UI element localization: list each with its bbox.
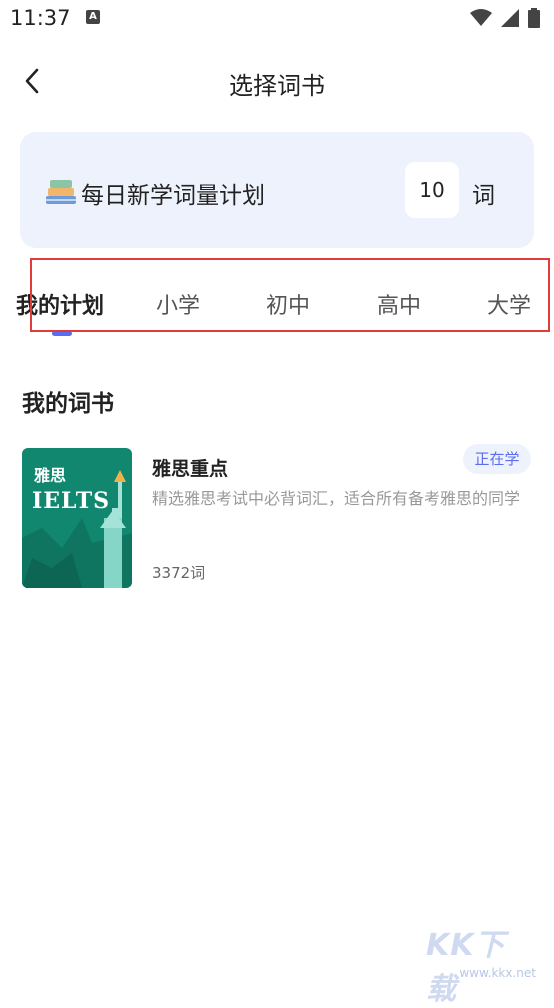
plan-unit: 词 [472,183,495,209]
battery-icon [528,7,540,28]
watermark-url: www.kkx.net [459,966,536,980]
highlight-box [30,258,550,332]
status-time: 11:37 [10,6,71,30]
status-bar: 11:37 A [0,0,554,38]
section-title: 我的词书 [22,391,114,417]
book-item[interactable]: 雅思 IELTS 雅思重点 正在学 精选雅思考试中必背词汇，适合所有备考雅思的同… [22,444,532,594]
status-icons [466,7,540,28]
page-title: 选择词书 [229,72,325,100]
book-cover: 雅思 IELTS [22,448,132,588]
watermark-logo: KK下载 [426,928,506,1007]
cover-title-cn: 雅思 [34,466,67,485]
wifi-icon [469,8,492,26]
daily-words-input[interactable]: 10 [405,162,459,218]
daily-plan-card: 每日新学词量计划 10 词 [20,132,534,248]
book-description: 精选雅思考试中必背词汇，适合所有备考雅思的同学 [152,489,521,508]
books-icon [46,180,76,204]
signal-icon [500,8,519,27]
status-badge: 正在学 [463,444,531,474]
book-title: 雅思重点 [152,458,229,480]
nav-bar: 选择词书 [0,52,554,110]
plan-label: 每日新学词量计划 [81,183,265,209]
cover-title-en: IELTS [32,488,110,514]
notification-icon: A [86,10,100,24]
watermark: KK下载 www.kkx.net [426,920,536,1007]
word-count: 3372词 [152,564,206,582]
